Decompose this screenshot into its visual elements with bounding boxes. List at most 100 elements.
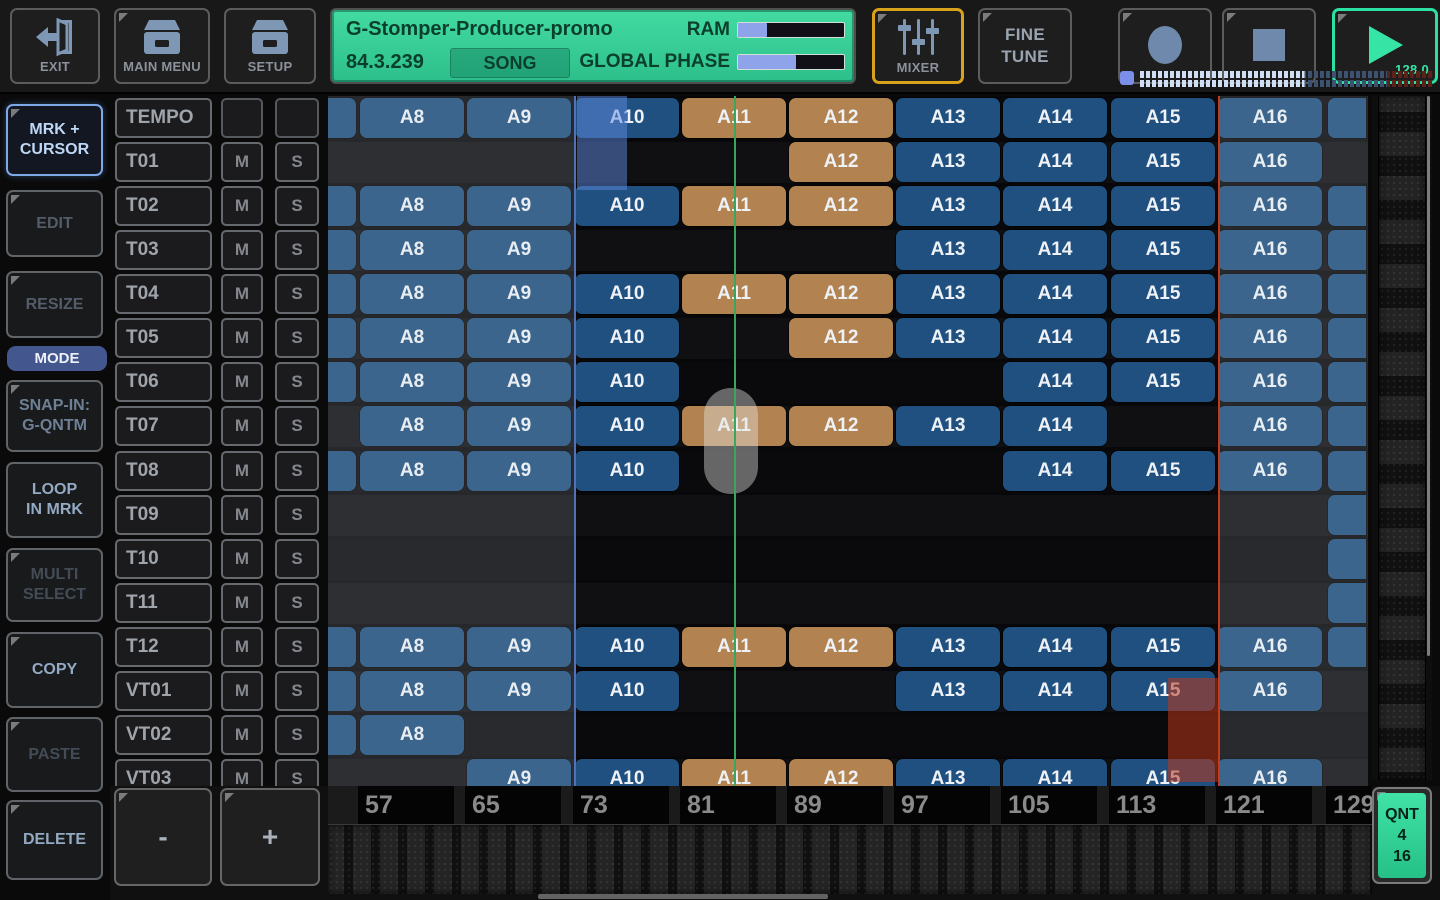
mute-button-t08[interactable]: M [221, 451, 263, 491]
pattern-cell-tail[interactable] [1328, 406, 1366, 446]
pattern-cell-a8-t12[interactable]: A8 [360, 627, 464, 667]
pattern-cell-a16-t12[interactable]: A16 [1218, 627, 1322, 667]
pattern-cell-a10-tempo[interactable]: A10 [575, 98, 679, 138]
pattern-cell-a15-tempo[interactable]: A15 [1111, 98, 1215, 138]
track-button-t07[interactable]: T07 [115, 406, 212, 446]
pattern-cell-a8-t05[interactable]: A8 [360, 318, 464, 358]
pattern-cell-a15-t02[interactable]: A15 [1111, 186, 1215, 226]
pattern-cell-a10-t02[interactable]: A10 [575, 186, 679, 226]
mute-button-t03[interactable]: M [221, 230, 263, 270]
pattern-cell-a9-vt03[interactable]: A9 [467, 759, 571, 786]
track-button-t12[interactable]: T12 [115, 627, 212, 667]
pattern-cell-a10-t12[interactable]: A10 [575, 627, 679, 667]
sidebar-button-resize[interactable]: RESIZE [6, 271, 103, 338]
pattern-cell-a8-t06[interactable]: A8 [360, 362, 464, 402]
track-button-vt03[interactable]: VT03 [115, 759, 212, 786]
mute-button-t02[interactable]: M [221, 186, 263, 226]
blank-button[interactable] [275, 98, 319, 138]
pattern-cell-a8-t04[interactable]: A8 [360, 274, 464, 314]
solo-button-vt03[interactable]: S [275, 759, 319, 786]
pattern-cell-a9-tempo[interactable]: A9 [467, 98, 571, 138]
pattern-cell-a9-vt01[interactable]: A9 [467, 671, 571, 711]
pattern-cell-a9-t08[interactable]: A9 [467, 451, 571, 491]
pattern-cell-a10-vt03[interactable]: A10 [575, 759, 679, 786]
pattern-cell-tail[interactable] [328, 318, 356, 358]
vertical-scrollbar[interactable] [1372, 96, 1432, 780]
track-button-t11[interactable]: T11 [115, 583, 212, 623]
pattern-cell-a13-vt03[interactable]: A13 [896, 759, 1000, 786]
pattern-cell-a11-tempo[interactable]: A11 [682, 98, 786, 138]
pattern-cell-a14-t03[interactable]: A14 [1003, 230, 1107, 270]
pattern-cell-a12-t12[interactable]: A12 [789, 627, 893, 667]
pattern-cell-a14-vt01[interactable]: A14 [1003, 671, 1107, 711]
pattern-cell-a16-t08[interactable]: A16 [1218, 451, 1322, 491]
pattern-cell-a8-vt01[interactable]: A8 [360, 671, 464, 711]
pattern-cell-tail[interactable] [328, 274, 356, 314]
main-menu-button[interactable]: MAIN MENU [114, 8, 210, 84]
blank-button[interactable] [221, 98, 263, 138]
pattern-cell-a14-tempo[interactable]: A14 [1003, 98, 1107, 138]
pattern-cell-tail[interactable] [1328, 451, 1366, 491]
pattern-cell-a8-tempo[interactable]: A8 [360, 98, 464, 138]
pattern-cell-tail[interactable] [328, 186, 356, 226]
pattern-cell-a16-vt01[interactable]: A16 [1218, 671, 1322, 711]
track-button-t10[interactable]: T10 [115, 539, 212, 579]
zoom-out-button[interactable]: - [114, 788, 212, 886]
pattern-cell-a15-t04[interactable]: A15 [1111, 274, 1215, 314]
scrub-bar[interactable] [328, 824, 1372, 894]
solo-button-vt02[interactable]: S [275, 715, 319, 755]
pattern-cell-a14-t06[interactable]: A14 [1003, 362, 1107, 402]
sidebar-button-copy[interactable]: COPY [6, 632, 103, 708]
mixer-button[interactable]: MIXER [872, 8, 964, 84]
pattern-cell-a9-t07[interactable]: A9 [467, 406, 571, 446]
pattern-cell-a10-t05[interactable]: A10 [575, 318, 679, 358]
solo-button-t01[interactable]: S [275, 142, 319, 182]
pattern-cell-a8-t08[interactable]: A8 [360, 451, 464, 491]
mute-button-t10[interactable]: M [221, 539, 263, 579]
sidebar-button-multi-select[interactable]: MULTISELECT [6, 548, 103, 622]
pattern-cell-a13-t12[interactable]: A13 [896, 627, 1000, 667]
pattern-cell-a16-t07[interactable]: A16 [1218, 406, 1322, 446]
mute-button-t07[interactable]: M [221, 406, 263, 446]
solo-button-t11[interactable]: S [275, 583, 319, 623]
pattern-cell-tail[interactable] [1328, 362, 1366, 402]
solo-button-t06[interactable]: S [275, 362, 319, 402]
pattern-cell-a15-t12[interactable]: A15 [1111, 627, 1215, 667]
solo-button-t08[interactable]: S [275, 451, 319, 491]
pattern-cell-tail[interactable] [1328, 627, 1366, 667]
mute-button-t09[interactable]: M [221, 495, 263, 535]
sidebar-button-paste[interactable]: PASTE [6, 717, 103, 792]
pattern-cell-a16-t03[interactable]: A16 [1218, 230, 1322, 270]
pattern-cell-tail[interactable] [328, 627, 356, 667]
track-button-t05[interactable]: T05 [115, 318, 212, 358]
track-button-t04[interactable]: T04 [115, 274, 212, 314]
solo-button-t05[interactable]: S [275, 318, 319, 358]
pattern-cell-a13-t02[interactable]: A13 [896, 186, 1000, 226]
pattern-cell-a12-t05[interactable]: A12 [789, 318, 893, 358]
pattern-cell-tail[interactable] [328, 671, 356, 711]
pattern-cell-a16-t06[interactable]: A16 [1218, 362, 1322, 402]
measure-ruler[interactable]: 576573818997105113121129 [328, 786, 1372, 824]
pattern-cell-a10-t08[interactable]: A10 [575, 451, 679, 491]
pattern-cell-a13-t05[interactable]: A13 [896, 318, 1000, 358]
pattern-cell-a13-vt01[interactable]: A13 [896, 671, 1000, 711]
pattern-cell-a14-t07[interactable]: A14 [1003, 406, 1107, 446]
pattern-cell-a9-t12[interactable]: A9 [467, 627, 571, 667]
mute-button-t05[interactable]: M [221, 318, 263, 358]
pattern-cell-tail[interactable] [1328, 274, 1366, 314]
track-button-tempo[interactable]: TEMPO [115, 98, 212, 138]
pattern-cell-tail[interactable] [1328, 186, 1366, 226]
sidebar-button-mrk-cursor[interactable]: MRK +CURSOR [6, 104, 103, 176]
solo-button-t12[interactable]: S [275, 627, 319, 667]
pattern-cell-a10-t07[interactable]: A10 [575, 406, 679, 446]
pattern-cell-a14-t08[interactable]: A14 [1003, 451, 1107, 491]
sidebar-button-loop-in-mrk[interactable]: LOOPIN MRK [6, 462, 103, 538]
mute-button-vt02[interactable]: M [221, 715, 263, 755]
pattern-cell-a13-tempo[interactable]: A13 [896, 98, 1000, 138]
pattern-cell-a13-t07[interactable]: A13 [896, 406, 1000, 446]
track-button-t08[interactable]: T08 [115, 451, 212, 491]
pattern-cell-a10-vt01[interactable]: A10 [575, 671, 679, 711]
solo-button-t10[interactable]: S [275, 539, 319, 579]
track-button-t09[interactable]: T09 [115, 495, 212, 535]
solo-button-t03[interactable]: S [275, 230, 319, 270]
